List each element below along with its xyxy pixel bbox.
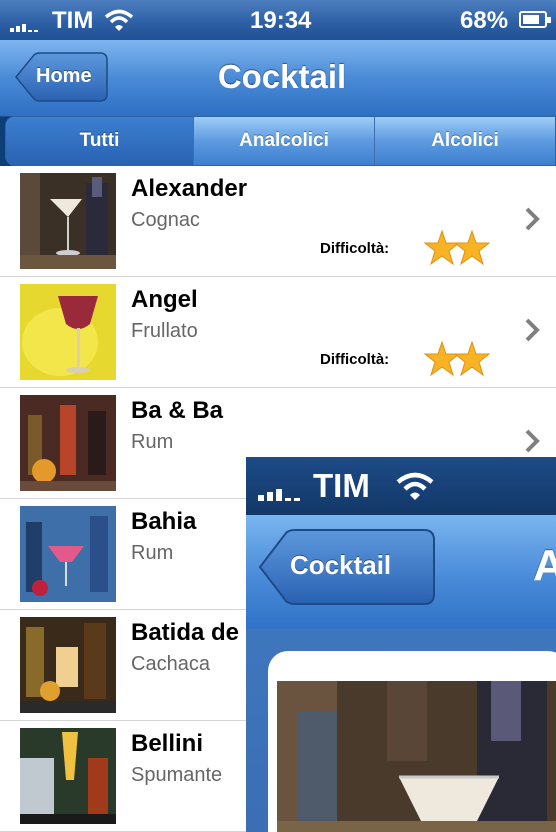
- battery-percent: 68%: [460, 7, 509, 34]
- detail-content: [246, 629, 556, 832]
- page-title: Cocktail: [217, 58, 347, 95]
- cocktail-thumbnail: [20, 506, 116, 602]
- wifi-icon: [396, 472, 434, 500]
- difficulty-label: Difficoltà:: [320, 351, 390, 368]
- signal-icon: [258, 489, 300, 501]
- cocktail-name: Batida de: [131, 619, 240, 646]
- cocktail-thumbnail: [20, 617, 116, 713]
- cocktail-name: Bahia: [131, 508, 197, 535]
- cocktail-name: Angel: [131, 286, 198, 313]
- cocktail-base: Spumante: [131, 764, 223, 786]
- list-item[interactable]: Alexander Cognac Difficoltà:: [0, 166, 556, 277]
- battery-icon: [519, 11, 551, 28]
- cocktail-name: Alexander: [131, 175, 248, 202]
- segmented-control: Tutti Analcolici Alcolici: [5, 116, 556, 166]
- difficulty-stars-icon: [424, 230, 490, 266]
- cocktail-base: Cachaca: [131, 653, 210, 675]
- list-item[interactable]: Angel Frullato Difficoltà:: [0, 277, 556, 388]
- chevron-right-icon: [525, 207, 540, 231]
- cocktail-thumbnail: [20, 173, 116, 269]
- cocktail-back-label: Cocktail: [290, 550, 392, 580]
- status-bar: TIM: [246, 457, 556, 515]
- difficulty-stars-icon: [424, 341, 490, 377]
- cocktail-base: Frullato: [131, 320, 198, 342]
- cocktail-photo: [277, 681, 556, 832]
- chevron-right-icon: [525, 429, 540, 453]
- cocktail-base: Rum: [131, 431, 174, 453]
- status-bar: TIM 19:34 68%: [0, 0, 556, 40]
- difficulty-label: Difficoltà:: [320, 240, 390, 257]
- cocktail-thumbnail: [20, 395, 116, 491]
- cocktail-base: Rum: [131, 542, 174, 564]
- segment-alcolici[interactable]: Alcolici: [375, 117, 555, 165]
- navigation-bar: Home Cocktail: [0, 40, 556, 117]
- cocktail-detail-preview: TIM Cocktail A: [246, 457, 556, 832]
- segment-analcolici[interactable]: Analcolici: [194, 117, 375, 165]
- cocktail-name: Bellini: [131, 730, 204, 757]
- cocktail-back-button[interactable]: Cocktail: [258, 529, 436, 605]
- navigation-bar: Cocktail A: [246, 515, 556, 629]
- cocktail-thumbnail: [20, 284, 116, 380]
- signal-icon: [10, 24, 38, 32]
- cocktail-base: Cognac: [131, 209, 200, 231]
- carrier-label: TIM: [313, 467, 370, 504]
- wifi-icon: [104, 9, 134, 31]
- clock-label: 19:34: [250, 7, 312, 34]
- cocktail-name: Ba & Ba: [131, 397, 224, 424]
- segment-tutti[interactable]: Tutti: [6, 117, 194, 165]
- carrier-label: TIM: [52, 7, 94, 34]
- chevron-right-icon: [525, 318, 540, 342]
- page-title: A: [533, 541, 556, 590]
- cocktail-thumbnail: [20, 728, 116, 824]
